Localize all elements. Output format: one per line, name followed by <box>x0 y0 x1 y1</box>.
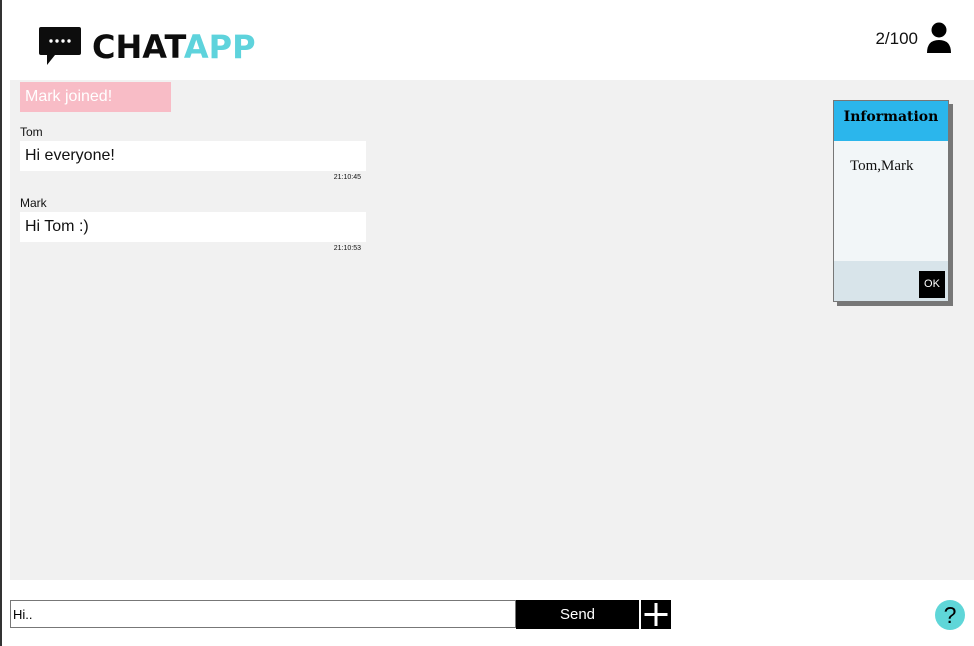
message-timestamp: 21:10:45 <box>333 174 361 181</box>
logo-text-chat: CHAT <box>92 28 184 66</box>
message-author: Tom <box>20 125 43 139</box>
help-button[interactable]: ? <box>935 600 965 630</box>
ok-button[interactable]: OK <box>919 271 945 298</box>
chat-message: Mark Hi Tom :) 21:10:53 <box>20 196 366 252</box>
online-user-count: 2/100 <box>875 29 918 48</box>
message-text: Hi everyone! <box>20 141 366 171</box>
window-left-border <box>0 0 2 646</box>
chat-bubble-icon <box>37 25 83 69</box>
dialog-title: Information <box>834 101 948 141</box>
logo-text-app: APP <box>183 28 256 66</box>
send-button[interactable]: Send <box>516 600 639 629</box>
app-logo: CHATAPP <box>37 25 256 69</box>
message-timestamp: 21:10:53 <box>333 245 361 252</box>
add-button[interactable] <box>641 600 671 629</box>
message-text: Hi Tom :) <box>20 212 366 242</box>
message-author: Mark <box>20 196 47 210</box>
join-notification: Mark joined! <box>20 82 171 112</box>
user-icon[interactable] <box>926 22 952 54</box>
online-users-list: Tom,Mark <box>850 158 914 174</box>
chat-message: Tom Hi everyone! 21:10:45 <box>20 125 366 181</box>
dialog-footer: OK <box>834 261 948 301</box>
plus-icon <box>641 603 671 633</box>
logo-text: CHATAPP <box>92 29 256 65</box>
message-input[interactable] <box>10 600 516 628</box>
help-icon: ? <box>943 602 957 628</box>
chat-messages-area[interactable]: Mark joined! Tom Hi everyone! 21:10:45 M… <box>10 80 974 580</box>
information-dialog: Information Tom,Mark OK <box>833 100 949 302</box>
